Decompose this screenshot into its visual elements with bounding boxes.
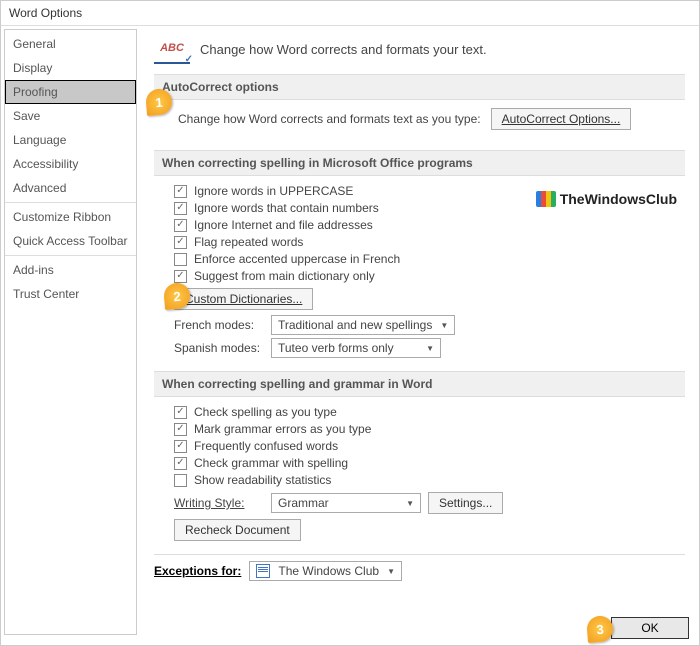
sidebar-item-general[interactable]: General (5, 32, 136, 56)
watermark: TheWindowsClub (536, 191, 677, 207)
window-title: Word Options (1, 1, 699, 26)
chk-flag-repeated[interactable] (174, 236, 187, 249)
sidebar-item-quick-access[interactable]: Quick Access Toolbar (5, 229, 136, 253)
main-panel: ABC Change how Word corrects and formats… (140, 26, 699, 638)
chevron-down-icon: ▼ (387, 567, 395, 576)
chk-grammar-spelling[interactable] (174, 457, 187, 470)
writing-style-label: Writing Style: (174, 496, 264, 510)
autocorrect-desc: Change how Word corrects and formats tex… (178, 112, 481, 126)
french-modes-select[interactable]: Traditional and new spellings▼ (271, 315, 455, 335)
lbl-grammar-spelling: Check grammar with spelling (194, 456, 348, 470)
spanish-modes-select[interactable]: Tuteo verb forms only▼ (271, 338, 441, 358)
ok-button[interactable]: OK (611, 617, 689, 639)
spanish-modes-label: Spanish modes: (174, 341, 264, 355)
watermark-logo-icon (536, 191, 556, 207)
french-modes-label: French modes: (174, 318, 264, 332)
sidebar-separator (5, 202, 136, 203)
sidebar-item-advanced[interactable]: Advanced (5, 176, 136, 200)
sidebar-item-proofing[interactable]: Proofing (5, 80, 136, 104)
custom-dictionaries-button[interactable]: Custom Dictionaries... (174, 288, 313, 310)
page-heading: Change how Word corrects and formats you… (200, 42, 487, 57)
sidebar-item-addins[interactable]: Add-ins (5, 258, 136, 282)
sidebar-separator (5, 255, 136, 256)
chk-check-spelling-typing[interactable] (174, 406, 187, 419)
chk-enforce-accented[interactable] (174, 253, 187, 266)
lbl-mark-grammar-typing: Mark grammar errors as you type (194, 422, 371, 436)
document-icon (256, 564, 270, 578)
section-spelling-word-head: When correcting spelling and grammar in … (154, 371, 685, 397)
lbl-flag-repeated: Flag repeated words (194, 235, 303, 249)
main-container: General Display Proofing Save Language A… (1, 26, 699, 638)
lbl-readability: Show readability statistics (194, 473, 331, 487)
recheck-document-button[interactable]: Recheck Document (174, 519, 301, 541)
lbl-ignore-internet: Ignore Internet and file addresses (194, 218, 373, 232)
chk-mark-grammar-typing[interactable] (174, 423, 187, 436)
lbl-ignore-uppercase: Ignore words in UPPERCASE (194, 184, 353, 198)
sidebar-item-save[interactable]: Save (5, 104, 136, 128)
chk-ignore-uppercase[interactable] (174, 185, 187, 198)
lbl-enforce-accented: Enforce accented uppercase in French (194, 252, 400, 266)
chk-ignore-numbers[interactable] (174, 202, 187, 215)
sidebar: General Display Proofing Save Language A… (4, 29, 137, 635)
chevron-down-icon: ▼ (440, 321, 448, 330)
settings-button[interactable]: Settings... (428, 492, 503, 514)
sidebar-item-language[interactable]: Language (5, 128, 136, 152)
autocorrect-options-button[interactable]: AutoCorrect Options... (491, 108, 632, 130)
watermark-text: TheWindowsClub (560, 191, 677, 207)
lbl-ignore-numbers: Ignore words that contain numbers (194, 201, 379, 215)
exceptions-label: Exceptions for: (154, 564, 241, 578)
proofing-icon: ABC (154, 34, 190, 64)
section-spelling-office-head: When correcting spelling in Microsoft Of… (154, 150, 685, 176)
writing-style-select[interactable]: Grammar▼ (271, 493, 421, 513)
lbl-suggest-main-dict: Suggest from main dictionary only (194, 269, 375, 283)
chk-ignore-internet[interactable] (174, 219, 187, 232)
chk-readability[interactable] (174, 474, 187, 487)
chk-suggest-main-dict[interactable] (174, 270, 187, 283)
chevron-down-icon: ▼ (426, 344, 434, 353)
chevron-down-icon: ▼ (406, 499, 414, 508)
lbl-check-spelling-typing: Check spelling as you type (194, 405, 337, 419)
lbl-confused-words: Frequently confused words (194, 439, 338, 453)
sidebar-item-accessibility[interactable]: Accessibility (5, 152, 136, 176)
section-autocorrect-head: AutoCorrect options (154, 74, 685, 100)
sidebar-item-customize-ribbon[interactable]: Customize Ribbon (5, 205, 136, 229)
sidebar-item-display[interactable]: Display (5, 56, 136, 80)
exceptions-select[interactable]: The Windows Club▼ (249, 561, 402, 581)
chk-confused-words[interactable] (174, 440, 187, 453)
sidebar-item-trust-center[interactable]: Trust Center (5, 282, 136, 306)
